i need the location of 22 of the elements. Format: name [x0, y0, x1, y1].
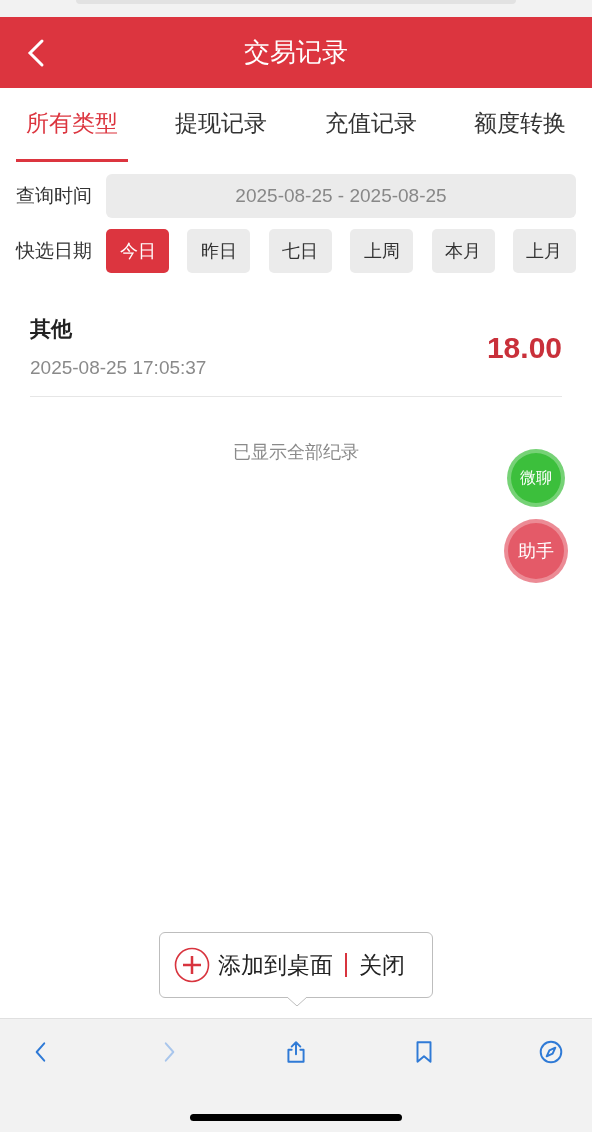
quick-date-chip[interactable]: 昨日	[187, 229, 251, 273]
tab[interactable]: 额度转换	[464, 88, 576, 162]
floating-chat-button[interactable]: 助手	[504, 519, 568, 583]
tab[interactable]: 所有类型	[16, 88, 128, 162]
quick-date-chip[interactable]: 上周	[350, 229, 414, 273]
tab[interactable]: 提现记录	[165, 88, 278, 162]
query-label: 查询时间	[16, 183, 93, 208]
record-type: 其他	[30, 315, 73, 342]
quick-date-chip[interactable]: 七日	[268, 229, 332, 273]
quick-date-label: 快选日期	[16, 238, 93, 263]
quick-date-chip[interactable]: 本月	[431, 229, 495, 273]
compass-icon[interactable]	[538, 1039, 564, 1065]
end-message: 已显示全部纪录	[233, 441, 359, 464]
close-button[interactable]: 关闭	[359, 947, 405, 983]
quick-date-chip[interactable]: 今日	[106, 229, 169, 273]
quick-date-chip[interactable]: 上月	[512, 229, 576, 273]
page-title: 交易记录	[244, 36, 348, 69]
add-to-home-button[interactable]: 添加到桌面	[218, 947, 333, 983]
record-time: 2025-08-25 17:05:37	[30, 356, 207, 380]
record-amount: 18.00	[486, 330, 562, 366]
tab[interactable]: 充值记录	[314, 88, 427, 162]
plus-circle-icon[interactable]	[174, 947, 210, 983]
